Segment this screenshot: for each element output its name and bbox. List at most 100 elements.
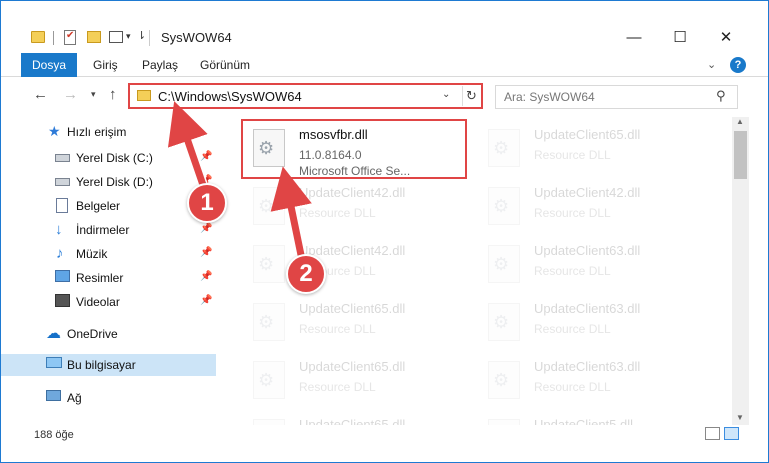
sidebar-item-label: Belgeler bbox=[76, 199, 121, 213]
dll-file-icon bbox=[253, 361, 285, 399]
tab-view[interactable]: Görünüm bbox=[200, 53, 250, 77]
pin-icon: 📌 bbox=[200, 151, 213, 162]
file-type: Resource DLL bbox=[299, 322, 376, 336]
toolbar-divider bbox=[53, 31, 54, 45]
minimize-button[interactable]: — bbox=[611, 25, 657, 51]
file-type: Resource DLL bbox=[534, 148, 611, 162]
file-item[interactable]: UpdateClient42.dll Resource DLL bbox=[241, 177, 466, 237]
tab-share[interactable]: Paylaş bbox=[142, 53, 178, 77]
this-pc-icon bbox=[46, 357, 62, 368]
status-bar: 188 öğe bbox=[1, 425, 768, 443]
file-item[interactable]: UpdateClient5.dll Resource DLL bbox=[476, 409, 701, 425]
sidebar-item-label: Hızlı erişim bbox=[67, 125, 127, 139]
vertical-scrollbar[interactable]: ▲ ▼ bbox=[732, 117, 749, 426]
sidebar-item-network[interactable]: Ağ bbox=[1, 387, 216, 409]
pin-icon: 📌 bbox=[200, 295, 213, 306]
up-button[interactable]: ↑ bbox=[109, 86, 117, 103]
sidebar-item-local-disk-d[interactable]: Yerel Disk (D:) 📌 bbox=[1, 171, 216, 193]
dll-file-icon bbox=[253, 187, 285, 225]
dll-file-icon bbox=[488, 361, 520, 399]
customize-toolbar-icon[interactable]: ⇂ bbox=[137, 29, 146, 42]
tab-file[interactable]: Dosya bbox=[21, 53, 77, 77]
network-icon bbox=[46, 390, 61, 401]
address-bar[interactable]: C:\Windows\SysWOW64 ⌄ ↻ bbox=[128, 83, 483, 109]
file-item[interactable]: UpdateClient42.dll Resource DLL bbox=[476, 177, 701, 237]
file-item[interactable]: UpdateClient63.dll Resource DLL bbox=[476, 351, 701, 411]
file-name: UpdateClient42.dll bbox=[534, 185, 641, 200]
sidebar-item-music[interactable]: ♪ Müzik 📌 bbox=[1, 243, 216, 265]
search-icon[interactable]: ⚲ bbox=[716, 88, 726, 104]
dll-file-icon bbox=[488, 245, 520, 283]
star-icon: ★ bbox=[48, 123, 61, 139]
file-item[interactable]: UpdateClient63.dll Resource DLL bbox=[476, 235, 701, 295]
dll-file-icon bbox=[488, 303, 520, 341]
close-button[interactable]: ✕ bbox=[703, 25, 749, 51]
file-type: Resource DLL bbox=[534, 206, 611, 220]
sidebar-item-quick-access[interactable]: ★ Hızlı erişim bbox=[1, 121, 216, 143]
file-name: UpdateClient65.dll bbox=[299, 359, 406, 374]
documents-icon bbox=[56, 198, 68, 213]
refresh-icon[interactable]: ↻ bbox=[462, 86, 480, 106]
sidebar-item-local-disk-c[interactable]: Yerel Disk (C:) 📌 bbox=[1, 147, 216, 169]
large-icons-view-icon[interactable] bbox=[724, 427, 739, 440]
forward-button[interactable]: → bbox=[63, 86, 78, 103]
file-type: Resource DLL bbox=[534, 380, 611, 394]
title-divider bbox=[149, 30, 150, 46]
sidebar-item-this-pc[interactable]: Bu bilgisayar bbox=[1, 354, 216, 376]
file-item[interactable]: UpdateClient65.dll Resource DLL bbox=[241, 409, 466, 425]
chevron-down-icon[interactable]: ▾ bbox=[126, 31, 131, 42]
maximize-icon: ☐ bbox=[673, 29, 687, 46]
window-title: SysWOW64 bbox=[161, 30, 232, 45]
pin-icon: 📌 bbox=[200, 271, 213, 282]
chevron-down-icon[interactable]: ⌄ bbox=[442, 89, 450, 100]
scroll-down-icon[interactable]: ▼ bbox=[736, 413, 744, 422]
drive-icon bbox=[55, 154, 70, 162]
folder-icon bbox=[137, 90, 151, 101]
file-item[interactable]: UpdateClient65.dll Resource DLL bbox=[241, 351, 466, 411]
dll-file-icon bbox=[253, 245, 285, 283]
file-name: UpdateClient5.dll bbox=[534, 417, 634, 425]
properties-icon[interactable] bbox=[64, 30, 76, 45]
help-icon[interactable]: ? bbox=[730, 57, 746, 73]
file-name: UpdateClient42.dll bbox=[299, 185, 406, 200]
file-item[interactable]: UpdateClient63.dll Resource DLL bbox=[476, 293, 701, 353]
sidebar-item-label: Yerel Disk (C:) bbox=[76, 151, 153, 165]
navigation-bar: ← → ▾ ↑ C:\Windows\SysWOW64 ⌄ ↻ Ara: Sys… bbox=[1, 81, 768, 111]
scrollbar-thumb[interactable] bbox=[734, 131, 747, 179]
file-name: UpdateClient63.dll bbox=[534, 359, 641, 374]
sidebar-item-onedrive[interactable]: ☁ OneDrive bbox=[1, 323, 216, 345]
sidebar-item-label: Bu bilgisayar bbox=[67, 358, 136, 372]
file-type: Resource DLL bbox=[299, 206, 376, 220]
file-name: UpdateClient65.dll bbox=[299, 301, 406, 316]
tab-home[interactable]: Giriş bbox=[93, 53, 118, 77]
search-input[interactable]: Ara: SysWOW64 ⚲ bbox=[495, 85, 738, 109]
sidebar-item-downloads[interactable]: ↓ İndirmeler 📌 bbox=[1, 219, 216, 241]
dll-file-icon bbox=[488, 187, 520, 225]
step-badge-2: 2 bbox=[286, 254, 326, 294]
file-item[interactable]: UpdateClient65.dll Resource DLL bbox=[476, 119, 701, 179]
new-folder-icon[interactable] bbox=[87, 31, 101, 43]
dll-file-icon bbox=[253, 303, 285, 341]
sidebar-item-documents[interactable]: Belgeler 📌 bbox=[1, 195, 216, 217]
address-path[interactable]: C:\Windows\SysWOW64 bbox=[158, 89, 302, 104]
videos-icon bbox=[55, 294, 70, 307]
back-button[interactable]: ← bbox=[33, 86, 48, 103]
sidebar-item-label: Resimler bbox=[76, 271, 124, 285]
scroll-up-icon[interactable]: ▲ bbox=[736, 117, 744, 126]
file-item[interactable]: UpdateClient65.dll Resource DLL bbox=[241, 293, 466, 353]
file-item[interactable]: UpdateClient42.dll Resource DLL bbox=[241, 235, 466, 295]
chevron-down-icon[interactable]: ⌄ bbox=[707, 58, 716, 71]
sidebar-item-videos[interactable]: Videolar 📌 bbox=[1, 291, 216, 313]
file-name: UpdateClient65.dll bbox=[299, 417, 406, 425]
sidebar-item-label: İndirmeler bbox=[76, 223, 130, 237]
folder-icon bbox=[31, 31, 45, 43]
recent-locations-icon[interactable]: ▾ bbox=[91, 89, 96, 100]
file-name: UpdateClient63.dll bbox=[534, 243, 641, 258]
sidebar-item-pictures[interactable]: Resimler 📌 bbox=[1, 267, 216, 289]
sidebar-item-label: Videolar bbox=[76, 295, 120, 309]
maximize-button[interactable]: ☐ bbox=[657, 25, 703, 51]
details-view-icon[interactable] bbox=[705, 427, 720, 440]
minimize-icon: — bbox=[626, 29, 642, 46]
view-options-icon[interactable] bbox=[109, 31, 123, 43]
file-highlight-annotation bbox=[241, 119, 467, 179]
